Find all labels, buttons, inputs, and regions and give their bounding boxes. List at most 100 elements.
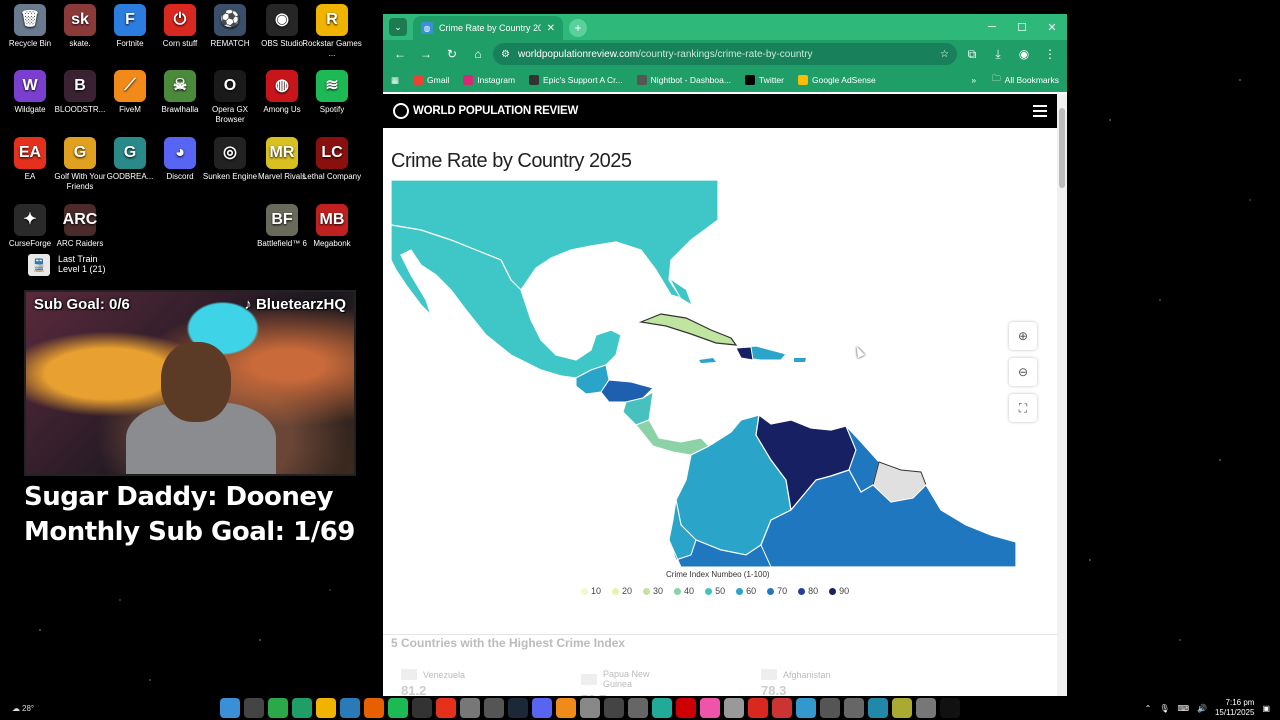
volume-icon[interactable]: 🔊 (1197, 704, 1207, 713)
legend-item[interactable]: 20 (612, 586, 632, 596)
desktop-icon[interactable]: MB Megabonk (302, 204, 362, 249)
desktop-icon[interactable]: O Opera GX Browser (200, 70, 260, 125)
desktop-icon[interactable]: ◎ Sunken Engine (200, 137, 260, 182)
reload-button[interactable]: ↻ (441, 43, 463, 65)
spotify-taskbar-icon[interactable] (388, 698, 408, 718)
app-taskbar-icon[interactable] (652, 698, 672, 718)
tray-overflow-icon[interactable]: ⌃ (1145, 704, 1152, 713)
search-taskbar-icon[interactable] (244, 698, 264, 718)
app-taskbar-icon[interactable] (844, 698, 864, 718)
bookmark-item[interactable]: Nightbot - Dashboa... (636, 75, 731, 85)
app-taskbar-icon[interactable] (868, 698, 888, 718)
file-explorer-taskbar-icon[interactable] (316, 698, 336, 718)
site-logo[interactable]: WORLD POPULATION REVIEW (393, 103, 578, 119)
zoom-out-icon[interactable]: ⊖ (1009, 358, 1037, 386)
legend-item[interactable]: 30 (643, 586, 663, 596)
bookmark-item[interactable]: Google AdSense (797, 75, 876, 85)
steam-taskbar-icon[interactable] (508, 698, 528, 718)
desktop-icon[interactable]: LC Lethal Company (302, 137, 362, 182)
app-taskbar-icon[interactable] (700, 698, 720, 718)
country-card[interactable]: Venezuela 81.2 (401, 669, 501, 696)
taskbar-apps (220, 698, 960, 718)
bookmark-star-icon[interactable]: ☆ (940, 49, 949, 60)
start-taskbar-icon[interactable] (220, 698, 240, 718)
close-window-button[interactable]: ✕ (1037, 14, 1067, 40)
legend-item[interactable]: 90 (829, 586, 849, 596)
bookmark-item[interactable]: Instagram (463, 75, 515, 85)
profile-avatar[interactable]: ◉ (1013, 43, 1035, 65)
legend-item[interactable]: 70 (767, 586, 787, 596)
app-taskbar-icon[interactable] (580, 698, 600, 718)
bookmark-item[interactable]: Twitter (744, 75, 784, 85)
app-taskbar-icon[interactable] (772, 698, 792, 718)
notification-icon[interactable]: ▣ (1262, 704, 1270, 713)
tiktok-taskbar-icon[interactable] (940, 698, 960, 718)
app-taskbar-icon[interactable] (484, 698, 504, 718)
tab-close-icon[interactable]: ✕ (547, 23, 555, 34)
maximize-button[interactable]: ☐ (1007, 14, 1037, 40)
bookmark-item[interactable]: Gmail (413, 75, 449, 85)
app-taskbar-icon[interactable] (724, 698, 744, 718)
legend-label: 30 (653, 586, 664, 596)
clock[interactable]: 7:16 pm 15/11/2025 (1215, 698, 1254, 718)
hamburger-menu-icon[interactable] (1033, 105, 1047, 117)
zoom-in-icon[interactable]: ⊕ (1009, 322, 1037, 350)
legend-item[interactable]: 50 (705, 586, 725, 596)
microphone-icon[interactable]: 🎙 (1159, 704, 1169, 713)
site-info-icon[interactable]: ⚙ (501, 49, 510, 60)
fullscreen-icon[interactable]: ⛶ (1009, 394, 1037, 422)
discord-taskbar-icon[interactable] (532, 698, 552, 718)
desktop-icon-last-train[interactable]: 🚆 Last Train Level 1 (21) (28, 254, 118, 276)
site-favicon-icon: ◍ (421, 22, 433, 34)
app-taskbar-icon[interactable] (820, 698, 840, 718)
app-taskbar-icon[interactable] (628, 698, 648, 718)
app-taskbar-icon[interactable] (796, 698, 816, 718)
desktop-icon[interactable]: R Rockstar Games ... (302, 4, 362, 59)
app-taskbar-icon[interactable] (892, 698, 912, 718)
legend-item[interactable]: 80 (798, 586, 818, 596)
legend-item[interactable]: 40 (674, 586, 694, 596)
country-card[interactable]: Papua New Guinea79.7 (581, 669, 681, 696)
menu-kebab-icon[interactable]: ⋮ (1039, 43, 1061, 65)
country-card[interactable]: Afghanistan 78.3 (761, 669, 861, 696)
bookmarks-overflow-icon[interactable]: » (971, 75, 976, 85)
desktop-icon[interactable]: ARC ARC Raiders (50, 204, 110, 249)
network-icon[interactable]: ⌨ (1177, 704, 1189, 713)
firefox-taskbar-icon[interactable] (364, 698, 384, 718)
app-taskbar-icon[interactable] (916, 698, 936, 718)
tab-search-button[interactable]: ⌄ (389, 18, 407, 36)
task-view-taskbar-icon[interactable] (268, 698, 288, 718)
desktop-icon[interactable]: ≋ Spotify (302, 70, 362, 115)
weather-widget[interactable]: ☁ 28° (12, 704, 34, 713)
bookmark-item[interactable]: Epic's Support A Cr... (529, 75, 623, 85)
choropleth-map[interactable] (390, 179, 1017, 568)
chrome-taskbar-icon[interactable] (292, 698, 312, 718)
app-taskbar-icon[interactable] (460, 698, 480, 718)
legend-item[interactable]: 10 (581, 586, 601, 596)
epic-taskbar-icon[interactable] (412, 698, 432, 718)
desktop-icon[interactable]: ⚽ REMATCH (200, 4, 260, 49)
map-zoom-controls: ⊕ ⊖ ⛶ (1009, 322, 1037, 422)
extensions-icon[interactable]: ⧉ (961, 43, 983, 65)
vlc-taskbar-icon[interactable] (556, 698, 576, 718)
scrollbar-thumb[interactable] (1059, 108, 1065, 188)
apps-grid-icon[interactable]: ▦ (391, 75, 399, 86)
new-tab-button[interactable]: + (569, 19, 587, 37)
app-taskbar-icon[interactable] (604, 698, 624, 718)
minimize-button[interactable]: ─ (977, 14, 1007, 40)
tab-active[interactable]: ◍ Crime Rate by Country 2025 ✕ (413, 16, 563, 40)
app-taskbar-icon[interactable] (676, 698, 696, 718)
opera-taskbar-icon[interactable] (748, 698, 768, 718)
forward-button[interactable]: → (415, 43, 437, 65)
downloads-icon[interactable]: ⤓ (987, 43, 1009, 65)
app-icon: B (64, 70, 96, 102)
back-button[interactable]: ← (389, 43, 411, 65)
all-bookmarks-button[interactable]: 🗀 All Bookmarks (992, 73, 1059, 87)
vscode-taskbar-icon[interactable] (340, 698, 360, 718)
page-scrollbar[interactable] (1057, 94, 1067, 696)
legend-item[interactable]: 60 (736, 586, 756, 596)
all-bookmarks-label: All Bookmarks (1004, 75, 1059, 85)
home-button[interactable]: ⌂ (467, 43, 489, 65)
origin-taskbar-icon[interactable] (436, 698, 456, 718)
address-bar[interactable]: ⚙ worldpopulationreview.com/country-rank… (493, 43, 957, 65)
